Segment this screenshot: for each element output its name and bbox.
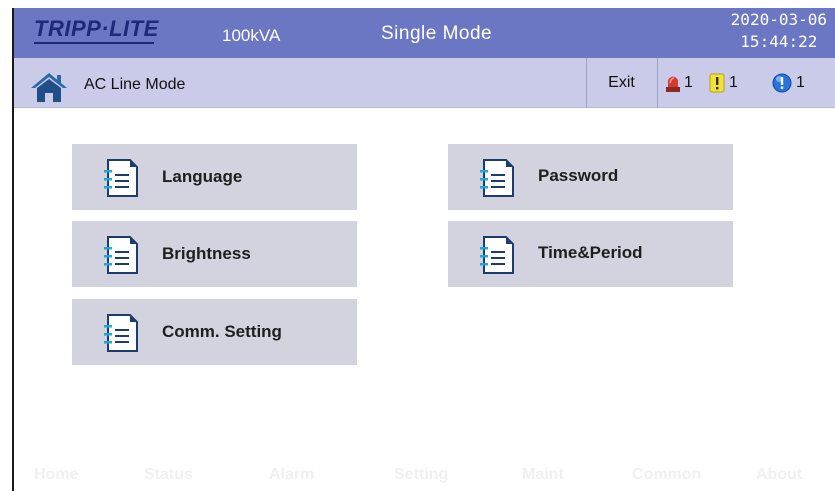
language-button[interactable]: Language xyxy=(72,144,357,210)
yellow-warning-icon xyxy=(709,73,725,93)
document-icon xyxy=(104,236,138,274)
exit-button[interactable]: Exit xyxy=(586,58,657,108)
red-alarm-light-icon xyxy=(666,76,680,92)
brightness-button[interactable]: Brightness xyxy=(72,221,357,287)
ups-display-screen: TRIPP·LITE 100kVA Single Mode 2020-03-06… xyxy=(12,8,835,491)
time-period-button[interactable]: Time&Period xyxy=(448,221,733,287)
home-icon[interactable] xyxy=(30,71,68,103)
info-alarm-count: 1 xyxy=(796,74,805,91)
document-icon xyxy=(480,159,514,197)
date-text: 2020-03-06 xyxy=(730,10,827,29)
operating-mode-text: AC Line Mode xyxy=(84,76,186,93)
status-bar: AC Line Mode Exit 1 1 1 xyxy=(14,58,835,108)
time-period-label: Time&Period xyxy=(538,243,643,262)
divider xyxy=(657,58,658,108)
tab-maint[interactable]: Maint xyxy=(522,466,564,484)
tab-status[interactable]: Status xyxy=(144,466,193,484)
document-icon xyxy=(104,159,138,197)
info-alarm-indicator[interactable]: 1 xyxy=(772,72,805,94)
tab-alarm[interactable]: Alarm xyxy=(269,466,314,484)
brightness-label: Brightness xyxy=(162,244,251,263)
password-button[interactable]: Password xyxy=(448,144,733,210)
document-icon xyxy=(104,314,138,352)
top-header-bar: TRIPP·LITE 100kVA Single Mode 2020-03-06… xyxy=(14,8,835,58)
language-label: Language xyxy=(162,167,243,186)
brand-logo: TRIPP·LITE xyxy=(34,16,159,41)
tab-common[interactable]: Common xyxy=(632,466,701,484)
logo-underline xyxy=(34,42,154,44)
comm-setting-label: Comm. Setting xyxy=(162,322,282,341)
system-mode-title: Single Mode xyxy=(381,23,493,44)
power-rating: 100kVA xyxy=(222,26,281,45)
critical-alarm-count: 1 xyxy=(684,74,693,91)
bottom-nav-bar: Home Status Alarm Setting Maint Common A… xyxy=(14,458,835,491)
tab-about[interactable]: About xyxy=(756,466,802,484)
critical-alarm-indicator[interactable]: 1 xyxy=(666,72,693,94)
date-time-display: 2020-03-06 15:44:22 xyxy=(731,9,827,53)
warning-alarm-indicator[interactable]: 1 xyxy=(709,72,738,94)
time-text: 15:44:22 xyxy=(740,32,818,51)
tab-home[interactable]: Home xyxy=(34,466,78,484)
password-label: Password xyxy=(538,166,619,185)
tab-setting[interactable]: Setting xyxy=(394,466,448,484)
warning-alarm-count: 1 xyxy=(729,74,738,91)
comm-setting-button[interactable]: Comm. Setting xyxy=(72,299,357,365)
blue-info-icon xyxy=(772,73,792,93)
document-icon xyxy=(480,236,514,274)
